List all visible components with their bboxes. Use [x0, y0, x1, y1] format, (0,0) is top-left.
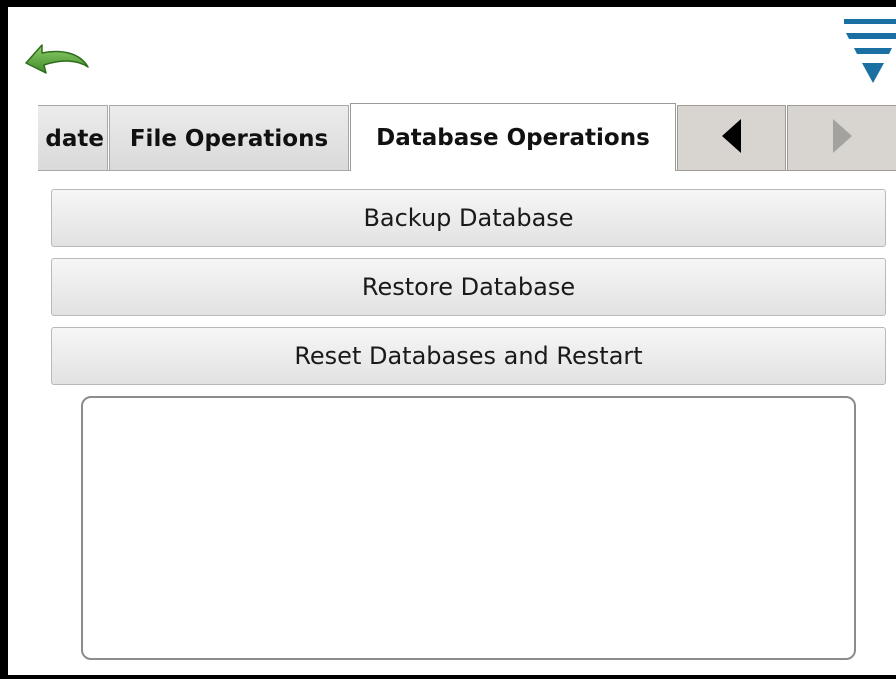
app-window: date File Operations Database Operations…: [0, 0, 896, 679]
triangle-right-icon: [831, 118, 853, 158]
tab-database-operations[interactable]: Database Operations: [350, 103, 676, 171]
backup-database-label: Backup Database: [363, 204, 574, 232]
output-box: [81, 396, 856, 660]
tab-divider: [38, 170, 350, 171]
reset-databases-label: Reset Databases and Restart: [294, 342, 643, 370]
tab-file-operations[interactable]: File Operations: [109, 105, 349, 171]
menu-dropdown-icon[interactable]: [842, 17, 896, 89]
tab-next-button[interactable]: [787, 105, 896, 171]
backup-database-button[interactable]: Backup Database: [51, 189, 886, 247]
tab-update[interactable]: date: [38, 105, 108, 171]
triangle-left-icon: [721, 118, 743, 158]
tab-file-operations-label: File Operations: [129, 125, 329, 152]
restore-database-button[interactable]: Restore Database: [51, 258, 886, 316]
tab-prev-button[interactable]: [677, 105, 786, 171]
tab-update-label: date: [45, 125, 104, 152]
tab-database-operations-label: Database Operations: [376, 124, 650, 151]
back-arrow-icon[interactable]: [22, 33, 92, 79]
restore-database-label: Restore Database: [361, 273, 576, 301]
reset-databases-button[interactable]: Reset Databases and Restart: [51, 327, 886, 385]
